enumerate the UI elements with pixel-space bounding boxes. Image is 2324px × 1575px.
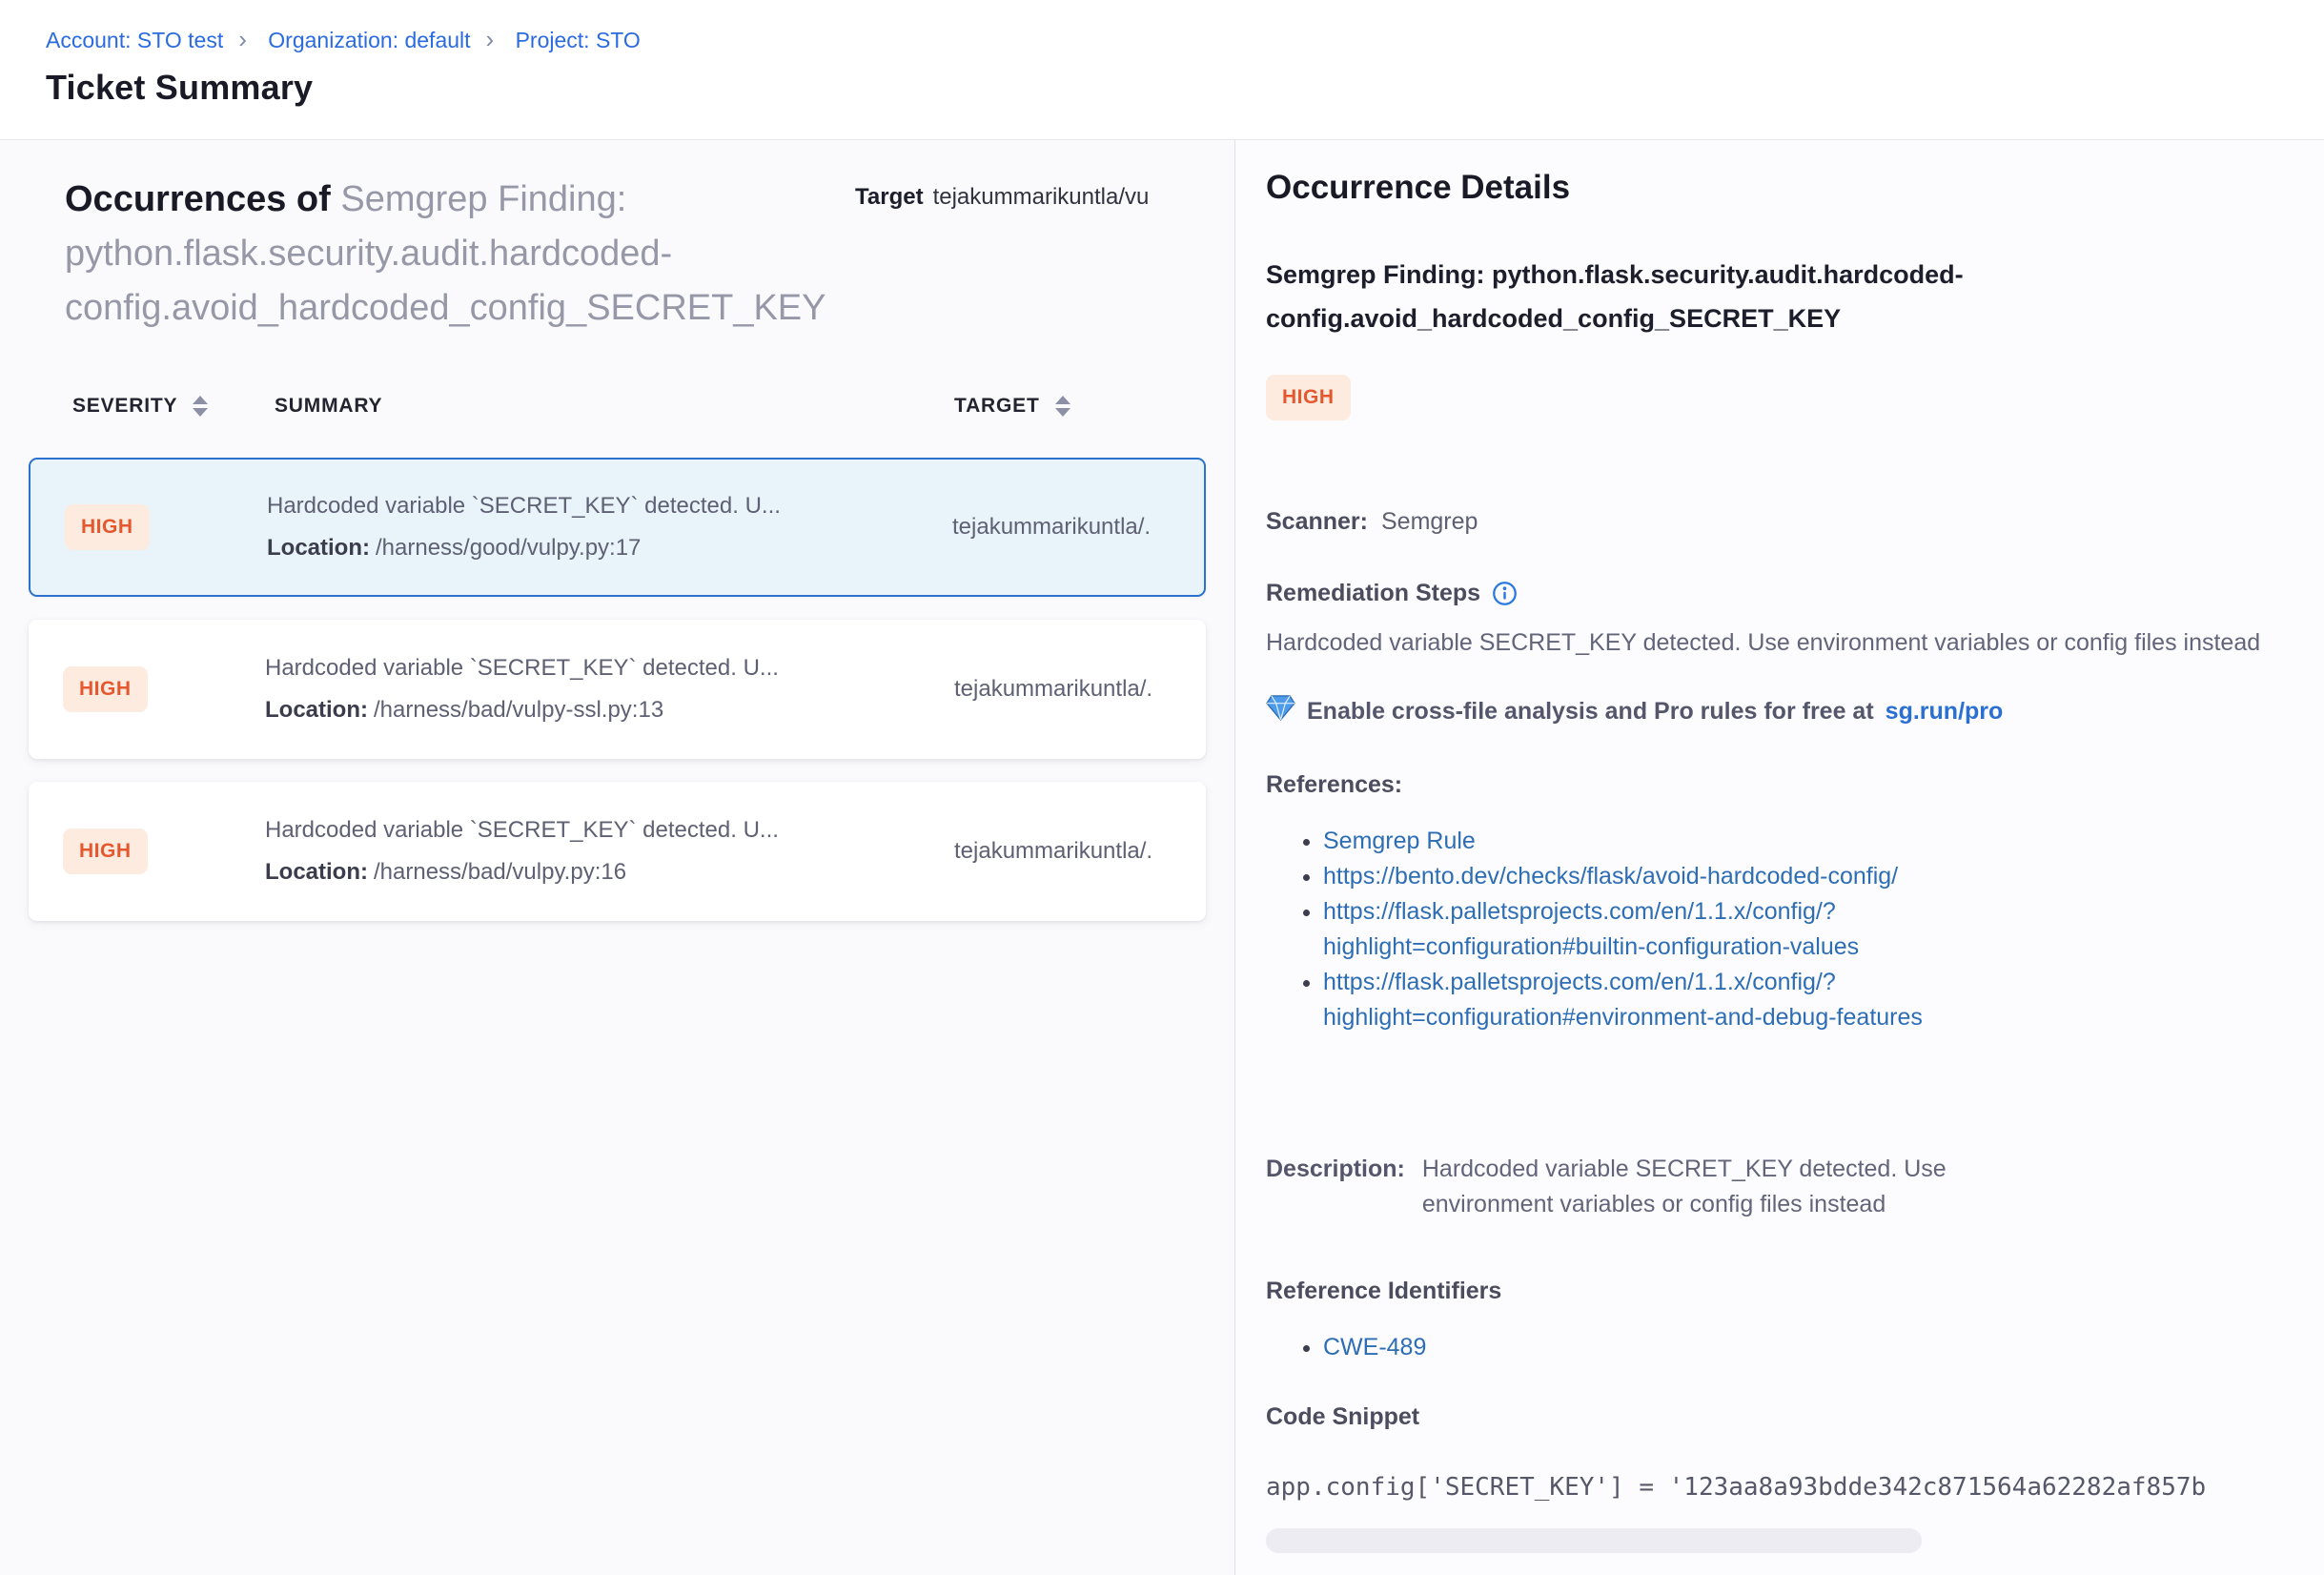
- column-header-severity-label: SEVERITY: [72, 395, 177, 418]
- location-line: Location:/harness/good/vulpy.py:17: [267, 535, 952, 562]
- scanner-value: Semgrep: [1381, 508, 1478, 535]
- summary-cell: Hardcoded variable `SECRET_KEY` detected…: [265, 817, 954, 886]
- chevron-right-icon: ›: [238, 25, 247, 53]
- remediation-text: Hardcoded variable SECRET_KEY detected. …: [1266, 624, 2291, 661]
- column-header-summary: SUMMARY: [275, 395, 954, 418]
- table-row[interactable]: HIGH Hardcoded variable `SECRET_KEY` det…: [29, 782, 1206, 921]
- gem-icon: [1266, 695, 1295, 727]
- breadcrumb-item: Organization: default ›: [268, 28, 509, 52]
- location-line: Location:/harness/bad/vulpy.py:16: [265, 859, 954, 886]
- reference-link[interactable]: https://bento.dev/checks/flask/avoid-har…: [1323, 863, 1898, 890]
- scanner-row: Scanner: Semgrep: [1266, 508, 2324, 536]
- remediation-steps-header: Remediation Steps: [1266, 580, 2324, 607]
- reference-link[interactable]: https://flask.palletsprojects.com/en/1.1…: [1323, 898, 1859, 960]
- location-line: Location:/harness/bad/vulpy-ssl.py:13: [265, 697, 954, 724]
- code-snippet-label: Code Snippet: [1266, 1403, 2324, 1431]
- location-value: /harness/bad/vulpy-ssl.py:13: [374, 697, 663, 723]
- reference-link[interactable]: https://flask.palletsprojects.com/en/1.1…: [1323, 969, 1923, 1031]
- breadcrumb-link[interactable]: Organization: default: [268, 28, 470, 52]
- severity-badge: HIGH: [63, 828, 148, 874]
- finding-title: Semgrep Finding: python.flask.security.a…: [1266, 253, 2138, 340]
- location-value: /harness/bad/vulpy.py:16: [374, 859, 626, 885]
- severity-badge: HIGH: [63, 666, 148, 712]
- table-row[interactable]: HIGH Hardcoded variable `SECRET_KEY` det…: [29, 458, 1206, 597]
- details-severity: HIGH: [1266, 375, 2324, 420]
- target-cell: tejakummarikuntla/.: [952, 514, 1204, 541]
- breadcrumb: Account: STO test › Organization: default…: [46, 25, 2324, 54]
- reference-item: https://bento.dev/checks/flask/avoid-har…: [1323, 859, 1990, 894]
- breadcrumb-item: Account: STO test ›: [46, 28, 262, 52]
- occurrences-panel-head: Occurrences of Semgrep Finding: python.f…: [29, 140, 1206, 336]
- target-value: tejakummarikuntla/vu: [933, 184, 1150, 210]
- reference-link[interactable]: Semgrep Rule: [1323, 828, 1476, 854]
- promo-link[interactable]: sg.run/pro: [1886, 698, 2004, 726]
- column-header-target-label: TARGET: [954, 395, 1040, 418]
- promo-line: Enable cross-file analysis and Pro rules…: [1266, 695, 2324, 727]
- occurrence-details-panel: Occurrence Details Semgrep Finding: pyth…: [1235, 140, 2324, 1575]
- summary-text: Hardcoded variable `SECRET_KEY` detected…: [265, 817, 954, 844]
- summary-cell: Hardcoded variable `SECRET_KEY` detected…: [267, 493, 952, 562]
- code-snippet: app.config['SECRET_KEY'] = '123aa8a93bdd…: [1266, 1473, 2324, 1502]
- reference-identifier-item: CWE-489: [1323, 1330, 1990, 1365]
- target-cell: tejakummarikuntla/.: [954, 838, 1206, 865]
- severity-cell: HIGH: [63, 666, 265, 712]
- breadcrumb-item: Project: STO: [516, 28, 641, 52]
- remediation-steps-label: Remediation Steps: [1266, 580, 1480, 607]
- page-header: Account: STO test › Organization: default…: [0, 0, 2324, 140]
- column-header-summary-label: SUMMARY: [275, 395, 382, 418]
- breadcrumb-link[interactable]: Account: STO test: [46, 28, 223, 52]
- occurrences-heading: Occurrences of Semgrep Finding: python.f…: [65, 173, 855, 336]
- summary-cell: Hardcoded variable `SECRET_KEY` detected…: [265, 655, 954, 724]
- reference-identifiers-label: Reference Identifiers: [1266, 1278, 2324, 1305]
- breadcrumb-link[interactable]: Project: STO: [516, 28, 641, 52]
- target-label: Target: [855, 184, 924, 210]
- description-text: Hardcoded variable SECRET_KEY detected. …: [1422, 1152, 2056, 1222]
- reference-item: https://flask.palletsprojects.com/en/1.1…: [1323, 894, 1990, 965]
- target-summary: Target tejakummarikuntla/vu: [855, 184, 1206, 336]
- location-label: Location:: [265, 697, 368, 723]
- column-header-severity[interactable]: SEVERITY: [72, 395, 275, 418]
- promo-text: Enable cross-file analysis and Pro rules…: [1307, 698, 1874, 726]
- info-icon[interactable]: [1492, 581, 1518, 606]
- severity-cell: HIGH: [65, 504, 267, 550]
- location-label: Location:: [267, 535, 370, 561]
- summary-text: Hardcoded variable `SECRET_KEY` detected…: [265, 655, 954, 682]
- occurrences-table: HIGH Hardcoded variable `SECRET_KEY` det…: [29, 458, 1206, 921]
- severity-badge: HIGH: [1266, 375, 1351, 420]
- location-label: Location:: [265, 859, 368, 885]
- scanner-label: Scanner:: [1266, 508, 1368, 535]
- details-title: Occurrence Details: [1266, 169, 2324, 207]
- chevron-right-icon: ›: [486, 25, 495, 53]
- description-row: Description: Hardcoded variable SECRET_K…: [1266, 1152, 2324, 1222]
- references-label: References:: [1266, 771, 2324, 799]
- sort-icon: [193, 396, 208, 417]
- occurrences-panel: Occurrences of Semgrep Finding: python.f…: [0, 140, 1235, 1575]
- column-header-target[interactable]: TARGET: [954, 395, 1206, 418]
- location-value: /harness/good/vulpy.py:17: [376, 535, 641, 561]
- description-label: Description:: [1266, 1152, 1405, 1222]
- reference-item: https://flask.palletsprojects.com/en/1.1…: [1323, 965, 1990, 1035]
- severity-badge: HIGH: [65, 504, 150, 550]
- target-cell: tejakummarikuntla/.: [954, 676, 1206, 703]
- summary-text: Hardcoded variable `SECRET_KEY` detected…: [267, 493, 952, 520]
- reference-item: Semgrep Rule: [1323, 824, 1990, 859]
- severity-cell: HIGH: [63, 828, 265, 874]
- references-list: Semgrep Rule https://bento.dev/checks/fl…: [1266, 824, 2324, 1035]
- horizontal-scrollbar[interactable]: [1266, 1528, 1922, 1553]
- table-header: SEVERITY SUMMARY TARGET: [29, 395, 1206, 418]
- sort-icon: [1055, 396, 1070, 417]
- cwe-link[interactable]: CWE-489: [1323, 1334, 1426, 1360]
- reference-identifiers-list: CWE-489: [1266, 1330, 2324, 1365]
- page-title: Ticket Summary: [46, 68, 2324, 108]
- main-content: Occurrences of Semgrep Finding: python.f…: [0, 140, 2324, 1575]
- occurrences-heading-bold: Occurrences of: [65, 179, 331, 219]
- table-row[interactable]: HIGH Hardcoded variable `SECRET_KEY` det…: [29, 620, 1206, 759]
